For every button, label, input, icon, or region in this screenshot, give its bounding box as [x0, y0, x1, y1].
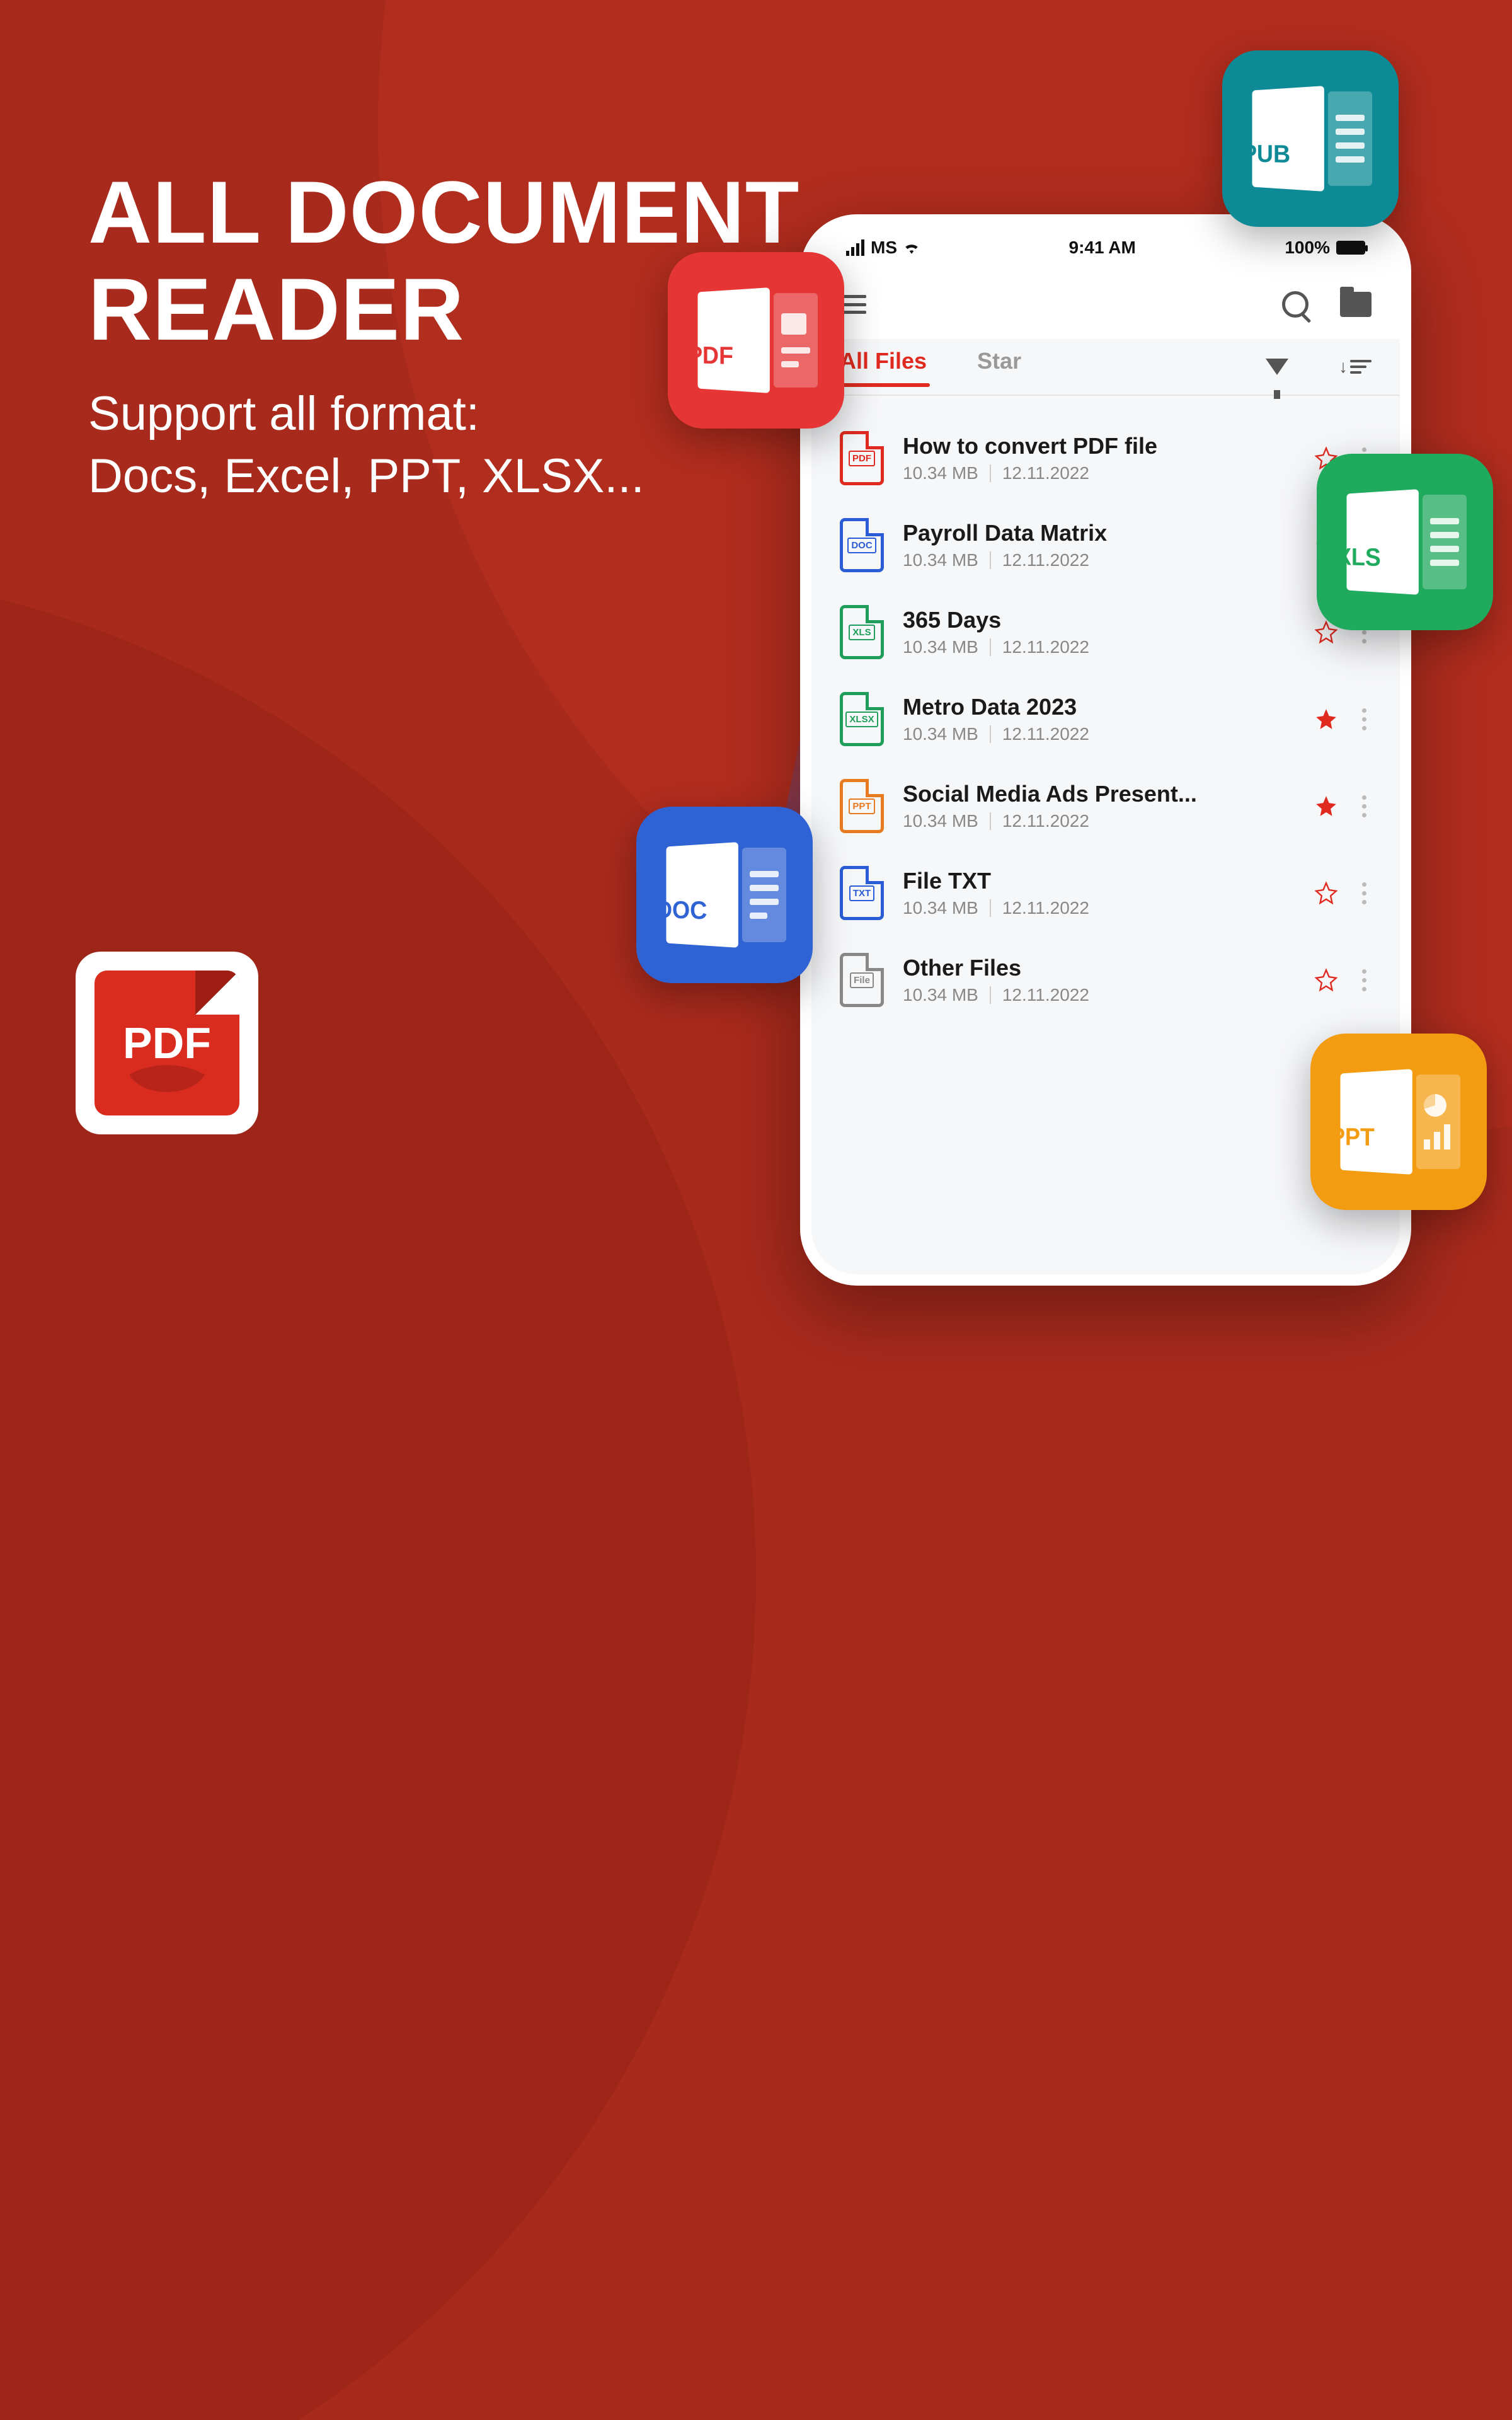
xls-file-icon: XLS [840, 605, 884, 659]
badge-label: XLS [1337, 544, 1381, 572]
file-name: Payroll Data Matrix [903, 520, 1295, 546]
file-meta: 10.34 MB12.11.2022 [903, 550, 1295, 570]
file-name: How to convert PDF file [903, 433, 1295, 459]
txt-file-icon: TXT [840, 866, 884, 920]
pdf-format-badge: PDF [668, 252, 844, 429]
pdf-logo-label: PDF [123, 1018, 211, 1068]
file-meta: 10.34 MB12.11.2022 [903, 724, 1295, 744]
file-row[interactable]: XLS 365 Days 10.34 MB12.11.2022 [811, 589, 1400, 676]
badge-label: PDF [688, 342, 733, 371]
more-icon[interactable] [1357, 708, 1372, 730]
more-icon[interactable] [1357, 969, 1372, 991]
tab-star[interactable]: Star [977, 348, 1021, 386]
star-icon[interactable] [1314, 881, 1338, 905]
more-icon[interactable] [1357, 795, 1372, 817]
headline-title-line2: READER [88, 260, 464, 359]
carrier-label: MS [871, 238, 897, 258]
file-row[interactable]: TXT File TXT 10.34 MB12.11.2022 [811, 850, 1400, 936]
file-name: Social Media Ads Present... [903, 781, 1295, 807]
file-name: Other Files [903, 955, 1295, 981]
filter-icon[interactable] [1266, 359, 1288, 375]
file-row[interactable]: PDF How to convert PDF file 10.34 MB12.1… [811, 415, 1400, 502]
ppt-file-icon: PPT [840, 779, 884, 833]
file-meta: 10.34 MB12.11.2022 [903, 463, 1295, 483]
file-meta: 10.34 MB12.11.2022 [903, 637, 1295, 657]
folder-icon[interactable] [1340, 292, 1372, 317]
file-meta: 10.34 MB12.11.2022 [903, 811, 1295, 831]
xls-format-badge: XLS [1317, 454, 1493, 630]
tabs-bar: All Files Star ↓ [811, 339, 1400, 396]
file-row[interactable]: XLSX Metro Data 2023 10.34 MB12.11.2022 [811, 676, 1400, 763]
status-bar: MS 9:41 AM 100% [811, 226, 1400, 270]
status-time: 9:41 AM [1069, 238, 1136, 258]
pub-format-badge: PUB [1222, 50, 1399, 227]
pdf-file-icon: PDF [840, 431, 884, 485]
star-icon[interactable] [1314, 794, 1338, 818]
file-row[interactable]: File Other Files 10.34 MB12.11.2022 [811, 936, 1400, 1023]
star-icon[interactable] [1314, 707, 1338, 731]
headline-subtitle-line1: Support all format: [88, 387, 479, 441]
file-row[interactable]: DOC Payroll Data Matrix 10.34 MB12.11.20… [811, 502, 1400, 589]
file-meta: 10.34 MB12.11.2022 [903, 898, 1295, 918]
doc-format-badge: DOC [636, 807, 813, 983]
badge-label: PPT [1331, 1124, 1375, 1152]
file-row[interactable]: PPT Social Media Ads Present... 10.34 MB… [811, 763, 1400, 850]
star-icon[interactable] [1314, 968, 1338, 992]
battery-icon [1336, 241, 1365, 255]
pdf-app-logo: PDF [76, 952, 258, 1134]
battery-label: 100% [1285, 238, 1330, 258]
doc-file-icon: DOC [840, 518, 884, 572]
badge-label: DOC [656, 897, 707, 926]
file-name: Metro Data 2023 [903, 694, 1295, 720]
generic-file-icon: File [840, 953, 884, 1007]
headline-title-line1: ALL DOCUMENT [88, 163, 799, 262]
wifi-icon [903, 241, 920, 254]
file-list: PDF How to convert PDF file 10.34 MB12.1… [811, 396, 1400, 1042]
headline-subtitle-line2: Docs, Excel, PPT, XLSX... [88, 449, 644, 503]
ppt-format-badge: PPT [1310, 1034, 1487, 1210]
app-bar [811, 270, 1400, 339]
search-icon[interactable] [1282, 291, 1309, 318]
file-name: File TXT [903, 868, 1295, 894]
sort-icon[interactable]: ↓ [1339, 357, 1372, 377]
file-meta: 10.34 MB12.11.2022 [903, 985, 1295, 1005]
more-icon[interactable] [1357, 882, 1372, 904]
tab-all-files[interactable]: All Files [840, 348, 927, 386]
badge-label: PUB [1242, 141, 1290, 169]
xlsx-file-icon: XLSX [840, 692, 884, 746]
file-name: 365 Days [903, 607, 1295, 633]
signal-icon [846, 239, 864, 256]
